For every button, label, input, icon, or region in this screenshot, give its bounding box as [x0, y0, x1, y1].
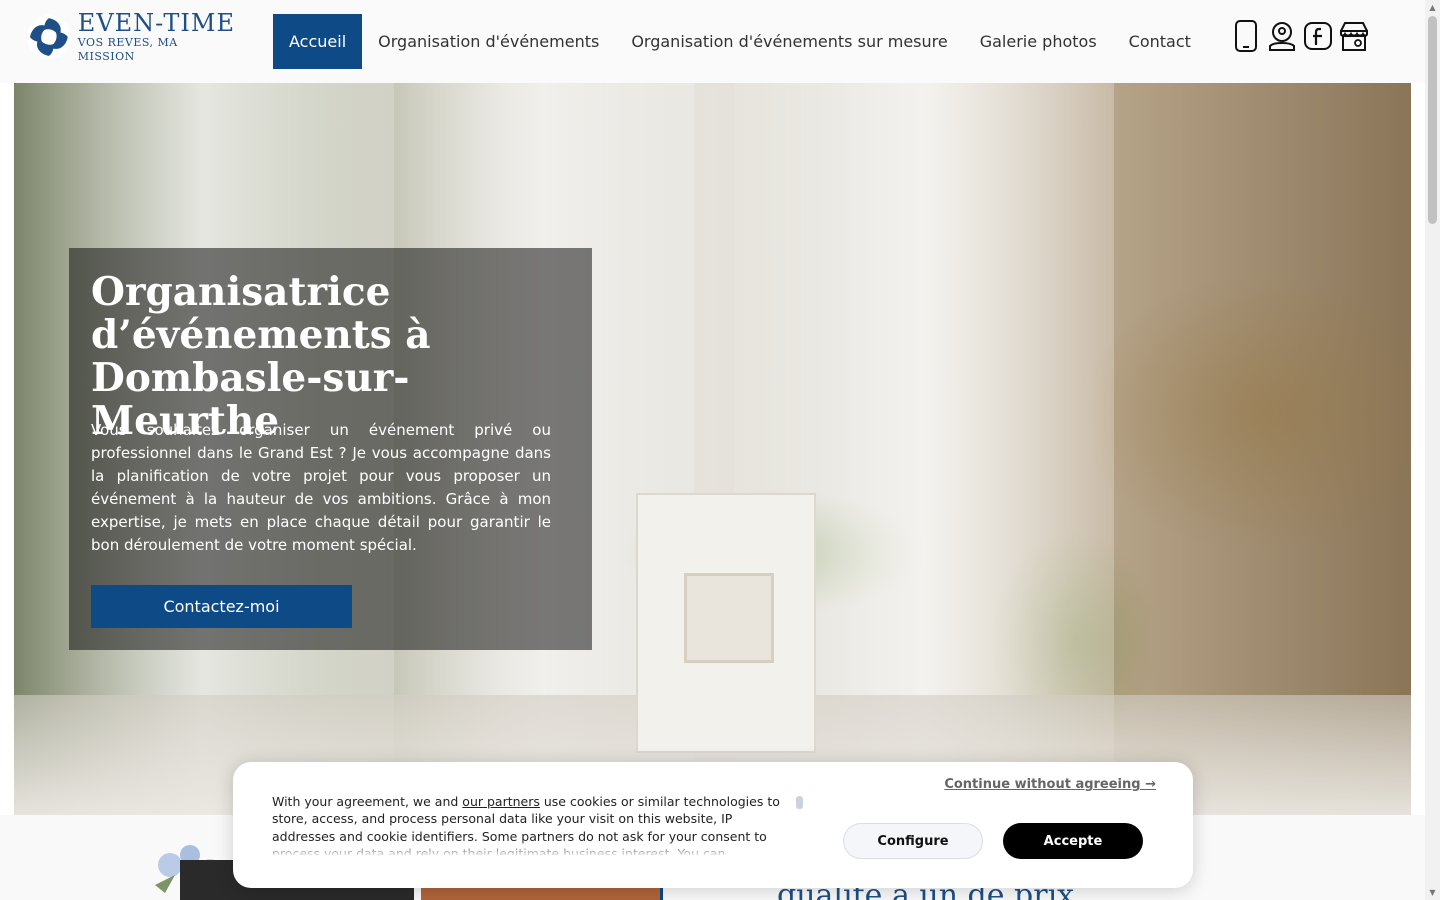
- hero-description: Vous souhaitez organiser un événement pr…: [91, 421, 551, 554]
- location-icon[interactable]: [1265, 18, 1299, 54]
- nav-item-accueil[interactable]: Accueil: [273, 14, 363, 69]
- accept-button[interactable]: Accepte: [1003, 823, 1143, 859]
- nav-item-contact[interactable]: Contact: [1113, 14, 1207, 69]
- page-scrollbar[interactable]: ▲ ▼: [1425, 0, 1440, 900]
- hero-section: Organisatrice d’événements à Dombasle-su…: [14, 83, 1411, 815]
- cookie-consent-banner: Continue without agreeing → With your ag…: [233, 762, 1193, 888]
- cookie-text-before: With your agreement, we and: [272, 794, 463, 809]
- social-links: [1229, 18, 1371, 54]
- cookie-text-fade: [272, 840, 787, 858]
- scroll-up-arrow-icon[interactable]: ▲: [1428, 3, 1437, 12]
- phone-icon[interactable]: [1229, 18, 1263, 54]
- store-icon[interactable]: [1337, 18, 1371, 54]
- logo-mark-icon: [26, 15, 71, 59]
- partners-link[interactable]: our partners: [462, 794, 540, 809]
- scroll-down-arrow-icon[interactable]: ▼: [1428, 888, 1437, 897]
- nav-item-galerie[interactable]: Galerie photos: [964, 14, 1113, 69]
- facebook-icon[interactable]: [1301, 18, 1335, 54]
- logo[interactable]: EVEN-TIME VOS REVES, MA MISSION: [26, 9, 238, 63]
- decor-fireplace: [684, 573, 774, 663]
- nav-item-organisation-sur-mesure[interactable]: Organisation d'événements sur mesure: [615, 14, 963, 69]
- contact-me-button[interactable]: Contactez-moi: [91, 585, 352, 628]
- site-header: EVEN-TIME VOS REVES, MA MISSION Accueil …: [0, 0, 1425, 83]
- scroll-thumb[interactable]: [1428, 16, 1437, 224]
- nav-item-organisation[interactable]: Organisation d'événements: [362, 14, 615, 69]
- continue-without-agreeing-link[interactable]: Continue without agreeing →: [944, 777, 1156, 792]
- brand-tagline: VOS REVES, MA MISSION: [77, 36, 178, 63]
- cookie-text-scrollbar[interactable]: [796, 796, 803, 809]
- configure-button[interactable]: Configure: [843, 823, 983, 859]
- main-nav: Accueil Organisation d'événements Organi…: [273, 14, 1207, 69]
- brand-name: EVEN-TIME: [77, 9, 236, 37]
- hero-title: Organisatrice d’événements à Dombasle-su…: [91, 269, 431, 444]
